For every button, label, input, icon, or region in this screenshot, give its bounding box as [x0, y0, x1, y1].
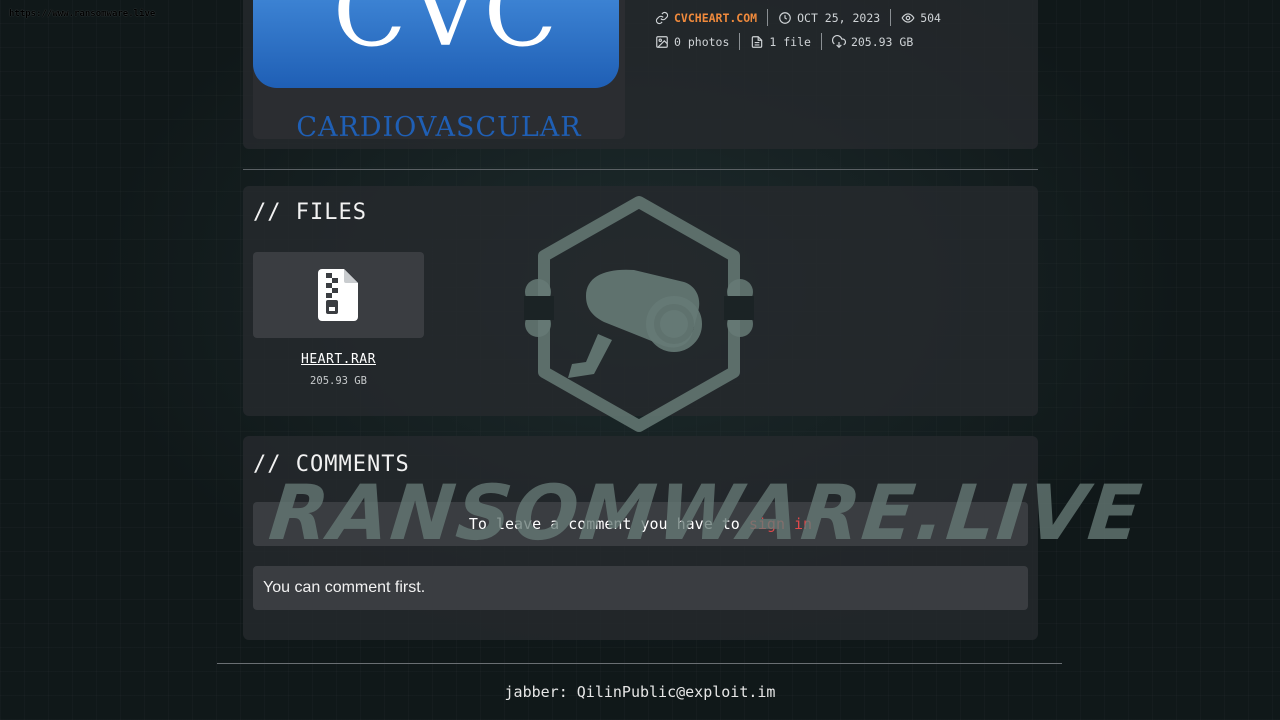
clock-icon: [779, 11, 791, 24]
victim-header-card: CVC CARDIOVASCULAR CVCHEART.COM OCT 25, …: [243, 0, 1038, 149]
views-count: 504: [920, 10, 941, 25]
comments-section-title: // COMMENTS: [253, 452, 410, 477]
meta-views: 504: [890, 9, 951, 26]
link-icon: [655, 11, 669, 24]
image-icon: [656, 35, 668, 48]
file-name-link[interactable]: HEART.RAR: [253, 352, 424, 367]
files-card: // FILES HEART.RAR 205.93 GB: [243, 186, 1038, 416]
file-size: 205.93 GB: [310, 375, 367, 387]
meta-size: 205.93 GB: [820, 33, 923, 50]
eye-icon: [901, 12, 915, 23]
cloud-download-icon: [831, 34, 846, 48]
victim-logo: CVC CARDIOVASCULAR: [253, 0, 625, 139]
date-text: OCT 25, 2023: [797, 10, 881, 25]
meta-date: OCT 25, 2023: [767, 9, 890, 26]
meta-row-primary: CVCHEART.COM OCT 25, 2023 504: [655, 9, 951, 26]
meta-photos: 0 photos: [655, 33, 739, 50]
signin-prompt: To leave a comment you have to sign in: [253, 502, 1028, 546]
files-section-title: // FILES: [253, 200, 367, 225]
signin-prefix: To leave a comment you have to: [468, 515, 749, 533]
file-tile[interactable]: [253, 252, 424, 338]
footer-contact: jabber: QilinPublic@exploit.im: [504, 683, 776, 701]
meta-files: 1 file: [739, 33, 821, 50]
section-divider: [243, 169, 1038, 170]
total-size: 205.93 GB: [850, 34, 914, 49]
footer-divider: [217, 663, 1062, 664]
empty-comments-message: You can comment first.: [253, 566, 1028, 610]
signin-link[interactable]: sign in: [749, 515, 812, 533]
file-archive-icon: [317, 269, 358, 321]
logo-caption: CARDIOVASCULAR: [296, 112, 582, 139]
meta-website[interactable]: CVCHEART.COM: [655, 9, 767, 26]
files-count: 1 file: [769, 34, 811, 49]
photos-count: 0 photos: [674, 34, 730, 49]
site-url: https://www.ransomware.live: [9, 9, 156, 19]
comments-card: // COMMENTS To leave a comment you have …: [243, 436, 1038, 640]
meta-row-secondary: 0 photos 1 file 205.93 GB: [655, 33, 923, 50]
document-icon: [752, 35, 763, 48]
logo-letters: CVC: [333, 0, 562, 68]
website-link[interactable]: CVCHEART.COM: [674, 11, 757, 25]
